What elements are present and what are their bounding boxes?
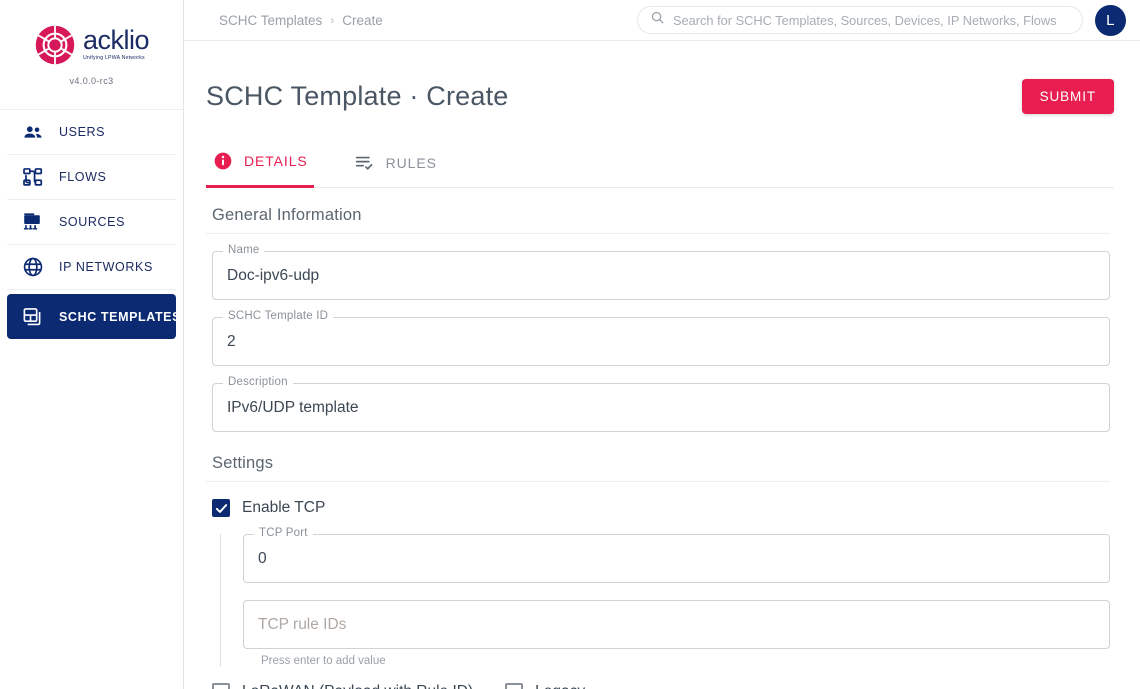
users-icon — [21, 120, 45, 144]
page-title: SCHC Template · Create — [206, 81, 509, 112]
globe-icon — [21, 255, 45, 279]
enable-tcp-checkbox[interactable] — [212, 499, 230, 518]
breadcrumb-parent[interactable]: SCHC Templates — [219, 13, 322, 28]
enable-tcp-row[interactable]: Enable TCP — [212, 499, 1114, 518]
brand-block: acklio Unifying LPWA Networks v4.0.0-rc3 — [0, 0, 183, 110]
sidebar-nav: USERS FLOWS SOURCES IP NETWORKS SCHC TEM… — [0, 110, 183, 339]
enable-tcp-label: Enable TCP — [242, 499, 326, 517]
page-content: SCHC Template · Create SUBMIT DETAILS RU… — [184, 41, 1140, 689]
app-version: v4.0.0-rc3 — [69, 75, 114, 86]
tab-bar: DETAILS RULES — [206, 150, 1114, 189]
sidebar-item-ip-networks[interactable]: IP NETWORKS — [7, 245, 176, 290]
sidebar-item-schc-templates[interactable]: SCHC TEMPLATES — [7, 294, 180, 339]
sidebar-item-label: USERS — [59, 125, 106, 139]
app-root: acklio Unifying LPWA Networks v4.0.0-rc3… — [0, 0, 1140, 689]
tcp-settings-group: 0 TCP Port TCP rule IDs Press enter to a… — [220, 527, 1114, 668]
lorawan-label: LoRaWAN (Payload with Rule ID) — [242, 683, 473, 689]
description-field[interactable]: IPv6/UDP template Description — [212, 376, 1110, 433]
sources-icon — [21, 210, 45, 234]
info-icon — [212, 150, 234, 172]
topbar-right: Search for SCHC Templates, Sources, Devi… — [637, 4, 1126, 36]
sidebar-item-sources[interactable]: SOURCES — [7, 200, 176, 245]
sidebar-item-label: IP NETWORKS — [59, 260, 153, 274]
tcp-rule-ids-box[interactable]: TCP rule IDs — [243, 600, 1110, 650]
tcp-port-value: 0 — [258, 549, 267, 567]
tab-label: DETAILS — [244, 153, 308, 170]
brand-text: acklio Unifying LPWA Networks — [82, 25, 150, 62]
description-field-box[interactable]: IPv6/UDP template — [212, 383, 1110, 433]
brand-row: acklio Unifying LPWA Networks — [34, 24, 150, 66]
sidebar-item-flows[interactable]: FLOWS — [7, 155, 176, 200]
page-header: SCHC Template · Create SUBMIT — [206, 41, 1114, 130]
schc-template-id-field[interactable]: 2 SCHC Template ID — [212, 310, 1110, 367]
search-placeholder: Search for SCHC Templates, Sources, Devi… — [673, 12, 1057, 28]
lorawan-row[interactable]: LoRaWAN (Payload with Rule ID) — [212, 683, 473, 689]
legacy-label: Legacy — [535, 683, 585, 689]
sidebar-item-label: SOURCES — [59, 215, 126, 229]
brand-name: acklio — [82, 25, 150, 56]
schc-templates-icon — [21, 305, 45, 329]
list-check-icon — [354, 152, 376, 174]
submit-button[interactable]: SUBMIT — [1021, 79, 1114, 115]
tcp-port-box[interactable]: 0 — [243, 534, 1110, 584]
schc-template-id-label: SCHC Template ID — [223, 310, 334, 323]
description-field-value: IPv6/UDP template — [227, 398, 359, 416]
main-area: SCHC Templates › Create Search for SCHC … — [184, 0, 1140, 689]
sidebar-item-label: SCHC TEMPLATES — [59, 309, 182, 324]
brand-tagline: Unifying LPWA Networks — [82, 55, 145, 62]
section-title-settings: Settings — [206, 432, 1110, 483]
avatar[interactable]: L — [1095, 4, 1126, 36]
tcp-rule-ids-helper-text: Press enter to add value — [261, 655, 386, 668]
search-icon — [650, 10, 665, 30]
name-field-label: Name — [223, 244, 265, 257]
tab-label: RULES — [385, 154, 437, 171]
tcp-port-field[interactable]: 0 TCP Port — [243, 527, 1110, 584]
schc-template-id-value: 2 — [227, 332, 236, 350]
tab-details[interactable]: DETAILS — [206, 150, 314, 189]
breadcrumb-separator-icon: › — [330, 13, 335, 27]
flows-icon — [21, 165, 45, 189]
lorawan-checkbox[interactable] — [212, 683, 230, 689]
topbar: SCHC Templates › Create Search for SCHC … — [184, 0, 1140, 41]
sidebar-item-users[interactable]: USERS — [7, 110, 176, 155]
schc-template-id-box[interactable]: 2 — [212, 317, 1110, 367]
sidebar: acklio Unifying LPWA Networks v4.0.0-rc3… — [0, 0, 184, 689]
breadcrumb-current: Create — [342, 12, 383, 28]
breadcrumb: SCHC Templates › Create — [219, 13, 383, 28]
acklio-logo-icon — [34, 24, 76, 66]
name-field-box[interactable]: Doc-ipv6-udp — [212, 251, 1110, 301]
sidebar-item-label: FLOWS — [59, 170, 107, 184]
search-input[interactable]: Search for SCHC Templates, Sources, Devi… — [637, 6, 1083, 34]
legacy-row[interactable]: Legacy — [505, 683, 585, 689]
name-field-value: Doc-ipv6-udp — [227, 266, 320, 284]
legacy-checkbox[interactable] — [505, 683, 524, 689]
tcp-rule-ids-placeholder: TCP rule IDs — [258, 615, 347, 633]
description-field-label: Description — [223, 376, 293, 389]
tcp-rule-ids-field[interactable]: TCP rule IDs — [243, 600, 1110, 650]
name-field[interactable]: Doc-ipv6-udp Name — [212, 244, 1110, 301]
tcp-port-label: TCP Port — [254, 527, 313, 540]
tab-rules[interactable]: RULES — [348, 150, 443, 188]
bottom-checkbox-group: LoRaWAN (Payload with Rule ID) Legacy — [206, 683, 1114, 689]
section-title-general: General Information — [206, 188, 1110, 235]
